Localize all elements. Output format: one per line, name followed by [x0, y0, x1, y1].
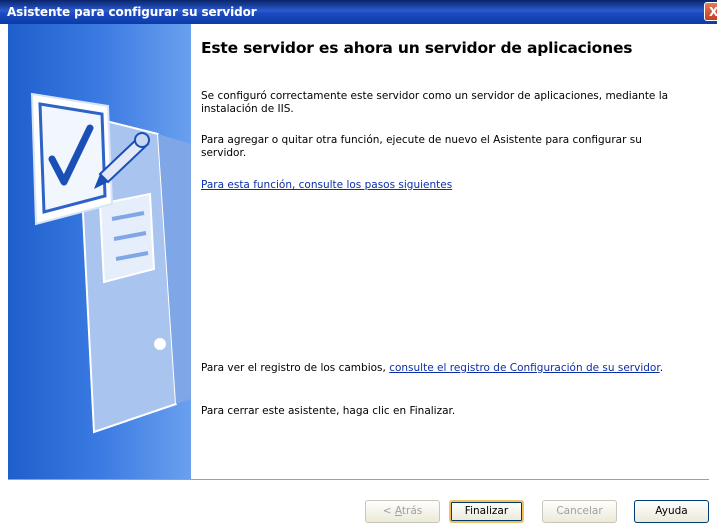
back-button[interactable]: < Atrás — [365, 500, 440, 523]
back-button-hotkey: A — [394, 505, 402, 517]
window-title: Asistente para configurar su servidor — [7, 5, 257, 19]
footer-separator — [8, 479, 709, 481]
close-instructions: Para cerrar este asistente, haga clic en… — [201, 405, 456, 417]
back-button-prefix: < — [382, 505, 395, 517]
wizard-side-panel — [8, 24, 191, 479]
title-bar: Asistente para configurar su servidor X — [0, 0, 717, 24]
page-heading: Este servidor es ahora un servidor de ap… — [201, 39, 633, 57]
configuration-log-link[interactable]: consulte el registro de Configuración de… — [389, 362, 660, 374]
success-message: Se configuró correctamente este servidor… — [201, 90, 669, 115]
back-button-rest: trás — [401, 505, 423, 517]
log-paragraph: Para ver el registro de los cambios, con… — [201, 362, 671, 375]
finish-button[interactable]: Finalizar — [449, 500, 524, 523]
help-button[interactable]: Ayuda — [634, 500, 709, 523]
rerun-instructions: Para agregar o quitar otra función, ejec… — [201, 134, 642, 159]
log-suffix-text: . — [659, 362, 664, 374]
cancel-button[interactable]: Cancelar — [542, 500, 617, 523]
server-checklist-icon — [30, 92, 191, 434]
close-button[interactable]: X — [704, 2, 717, 21]
next-steps-paragraph: Para esta función, consulte los pasos si… — [201, 179, 681, 192]
log-prefix-text: Para ver el registro de los cambios, — [201, 362, 390, 374]
next-steps-link[interactable]: Para esta función, consulte los pasos si… — [201, 179, 452, 191]
